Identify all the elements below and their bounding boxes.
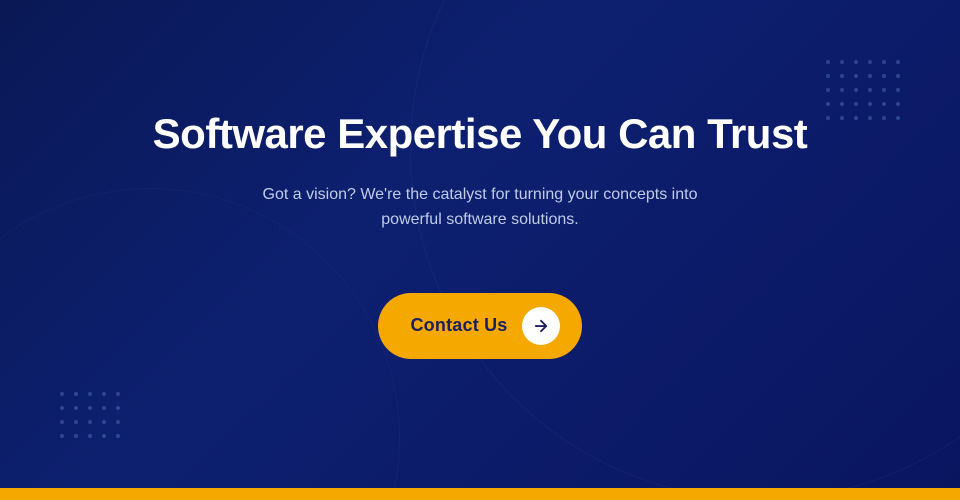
decorative-dot [896,116,900,120]
decorative-dot [882,116,886,120]
decorative-dot [826,102,830,106]
decorative-dot [116,434,120,438]
decorative-dot [840,74,844,78]
decorative-dot [88,434,92,438]
contact-us-button[interactable]: Contact Us [378,293,581,359]
bottom-bar [0,488,960,500]
decorative-dot [854,116,858,120]
decorative-dot [868,88,872,92]
decorative-dot [116,406,120,410]
decorative-dot [896,88,900,92]
hero-title: Software Expertise You Can Trust [153,109,808,159]
decorative-dot [74,420,78,424]
decorative-dot [840,102,844,106]
dot-grid-bottom-left [60,392,120,438]
decorative-dot [60,392,64,396]
decorative-dot [60,434,64,438]
decorative-dot [116,420,120,424]
decorative-dot [854,88,858,92]
decorative-dot [854,74,858,78]
decorative-dot [882,60,886,64]
cta-label: Contact Us [410,315,507,336]
decorative-dot [896,74,900,78]
decorative-dot [88,420,92,424]
decorative-dot [102,406,106,410]
decorative-dot [826,74,830,78]
decorative-dot [882,102,886,106]
decorative-dot [868,60,872,64]
decorative-dot [854,102,858,106]
decorative-dot [116,392,120,396]
decorative-dot [896,102,900,106]
decorative-dot [868,102,872,106]
hero-subtitle: Got a vision? We're the catalyst for tur… [263,182,698,233]
bg-arc-2 [0,188,400,488]
dot-grid-top-right [826,60,900,120]
decorative-dot [882,74,886,78]
decorative-dot [896,60,900,64]
decorative-dot [102,392,106,396]
decorative-dot [840,60,844,64]
hero-section: Software Expertise You Can Trust Got a v… [0,0,960,488]
decorative-dot [826,60,830,64]
decorative-dot [840,116,844,120]
decorative-dot [74,434,78,438]
arrow-right-icon [532,317,550,335]
decorative-dot [882,88,886,92]
decorative-dot [868,74,872,78]
cta-arrow-icon [522,307,560,345]
decorative-dot [102,420,106,424]
decorative-dot [74,406,78,410]
decorative-dot [840,88,844,92]
decorative-dot [102,434,106,438]
decorative-dot [74,392,78,396]
decorative-dot [826,88,830,92]
decorative-dot [88,392,92,396]
decorative-dot [868,116,872,120]
page-wrapper: Software Expertise You Can Trust Got a v… [0,0,960,500]
decorative-dot [60,420,64,424]
decorative-dot [826,116,830,120]
decorative-dot [60,406,64,410]
decorative-dot [854,60,858,64]
decorative-dot [88,406,92,410]
